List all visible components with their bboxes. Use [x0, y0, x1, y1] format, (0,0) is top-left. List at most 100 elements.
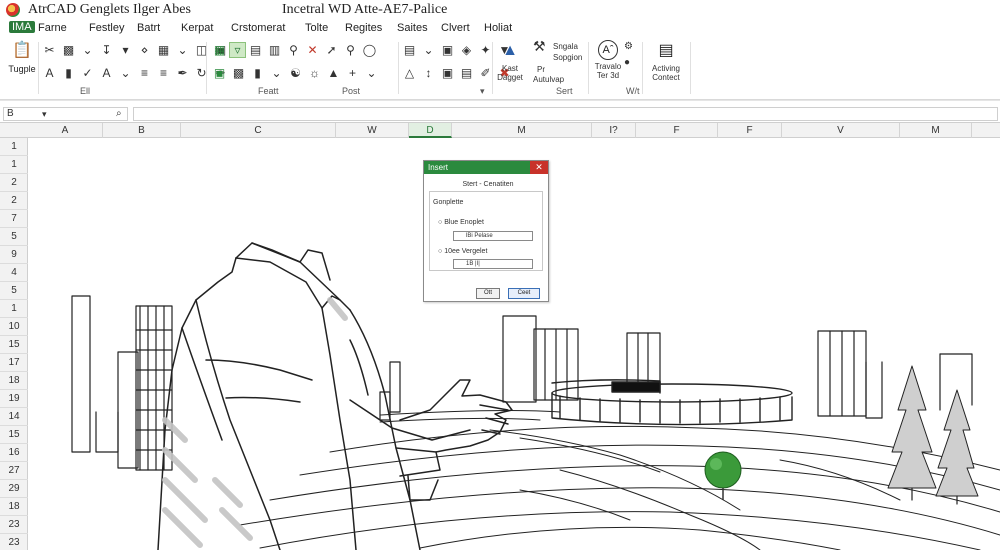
- small-color-icon[interactable]: ●: [624, 58, 630, 68]
- format-icon[interactable]: ↧: [97, 41, 116, 59]
- column-header[interactable]: C: [181, 123, 336, 138]
- dropdown-icon[interactable]: ⌄: [116, 64, 135, 82]
- autoso-group[interactable]: ⚒: [533, 39, 546, 53]
- menu-item-batrt[interactable]: Batrt: [137, 22, 160, 34]
- menu-item-festley[interactable]: Festley: [89, 22, 124, 34]
- menu-item-farne[interactable]: Farne: [38, 22, 67, 34]
- bucket-icon[interactable]: ▲: [324, 64, 343, 82]
- table-icon[interactable]: ◫: [192, 41, 211, 59]
- row-header[interactable]: 1: [0, 300, 28, 318]
- fill-icon[interactable]: ▮: [248, 64, 267, 82]
- row-header[interactable]: 18: [0, 372, 28, 390]
- scissors-icon[interactable]: ✂: [40, 41, 59, 59]
- column-header[interactable]: F: [636, 123, 718, 138]
- row-header[interactable]: 2: [0, 174, 28, 192]
- row-header[interactable]: 7: [0, 210, 28, 228]
- column-header[interactable]: I?: [592, 123, 636, 138]
- grid-icon[interactable]: ▦: [154, 41, 173, 59]
- row-header[interactable]: 10: [0, 318, 28, 336]
- small-settings-icon[interactable]: ⚙: [624, 42, 633, 52]
- menu-item-crstomerat[interactable]: Crstomerat: [231, 22, 285, 34]
- close-icon[interactable]: ✕: [530, 161, 548, 174]
- arrow-icon[interactable]: ⌄: [267, 64, 286, 82]
- cursor-icon[interactable]: ➚: [322, 41, 341, 59]
- row-header[interactable]: 2: [0, 192, 28, 210]
- row-header[interactable]: 23: [0, 516, 28, 534]
- page-icon[interactable]: ▤: [246, 41, 265, 59]
- row-header[interactable]: 29: [0, 480, 28, 498]
- row-header[interactable]: 5: [0, 282, 28, 300]
- name-box[interactable]: B ▾ ⌕: [3, 107, 128, 121]
- menu-item-regites[interactable]: Regites: [345, 22, 382, 34]
- option2-input[interactable]: 1B |I|: [453, 259, 533, 269]
- stamp-icon[interactable]: ▩: [59, 41, 78, 59]
- function-search-icon[interactable]: ⌕: [116, 108, 122, 120]
- pen-icon[interactable]: ✒: [173, 64, 192, 82]
- menu-item-tolte[interactable]: Tolte: [305, 22, 328, 34]
- down-arrow-icon[interactable]: ▾: [116, 41, 135, 59]
- list-icon[interactable]: ≡: [154, 64, 173, 82]
- bold-icon[interactable]: ▮: [59, 64, 78, 82]
- font-color-icon[interactable]: A: [97, 64, 116, 82]
- option2-radio[interactable]: ○ 10ee Vergelet: [438, 248, 487, 255]
- plus-icon[interactable]: +: [343, 64, 362, 82]
- rotate-icon[interactable]: ↻: [192, 64, 211, 82]
- font-a-icon[interactable]: A: [40, 64, 59, 82]
- row-header[interactable]: 1: [0, 138, 28, 156]
- column-header[interactable]: W: [336, 123, 409, 138]
- row-header[interactable]: 23: [0, 534, 28, 550]
- row-header[interactable]: 19: [0, 390, 28, 408]
- activing-button[interactable]: ▤ Activing Contect: [644, 40, 688, 82]
- chart-icon[interactable]: ▦: [210, 41, 229, 59]
- chevron-icon[interactable]: ⌄: [78, 41, 97, 59]
- picture-icon[interactable]: ▤: [457, 64, 476, 82]
- search-icon[interactable]: ⚲: [284, 41, 303, 59]
- menu-item-saites[interactable]: Saites: [397, 22, 428, 34]
- menu-item-holiat[interactable]: Holiat: [484, 22, 512, 34]
- column-header[interactable]: V: [782, 123, 900, 138]
- doc-icon[interactable]: ▤: [400, 41, 419, 59]
- row-header[interactable]: 14: [0, 408, 28, 426]
- menu-icon[interactable]: ≡: [135, 64, 154, 82]
- formula-input[interactable]: [133, 107, 998, 121]
- row-header[interactable]: 1: [0, 156, 28, 174]
- file-menu-tab[interactable]: IMA: [9, 21, 35, 33]
- menu-item-kerpat[interactable]: Kerpat: [181, 22, 213, 34]
- arrow-down-icon[interactable]: ⌄: [419, 41, 438, 59]
- column-header[interactable]: F: [718, 123, 782, 138]
- brightness-icon[interactable]: ☼: [305, 64, 324, 82]
- option1-input[interactable]: lBi Pelase: [453, 231, 533, 241]
- option1-radio[interactable]: ○ Blue Enoplet: [438, 219, 484, 226]
- sheet-icon[interactable]: ▥: [265, 41, 284, 59]
- dagget-button[interactable]: ▲ Kast Dagget: [488, 40, 532, 82]
- chevron2-icon[interactable]: ⌄: [173, 41, 192, 59]
- row-header[interactable]: 4: [0, 264, 28, 282]
- shapes-icon[interactable]: ◈: [457, 41, 476, 59]
- row-header[interactable]: 27: [0, 462, 28, 480]
- row-header[interactable]: 17: [0, 354, 28, 372]
- check-icon[interactable]: ✓: [78, 64, 97, 82]
- magnify-icon[interactable]: ⚲: [341, 41, 360, 59]
- column-header[interactable]: B: [103, 123, 181, 138]
- bracket-icon[interactable]: ⋄: [135, 41, 154, 59]
- column-header[interactable]: A: [28, 123, 103, 138]
- column-header[interactable]: M: [452, 123, 592, 138]
- filter-icon[interactable]: ▿: [229, 42, 246, 58]
- dropdown2-icon[interactable]: ⌄: [362, 64, 381, 82]
- cancel-button[interactable]: Ceet: [508, 288, 540, 299]
- lock-icon[interactable]: ◯: [360, 41, 379, 59]
- image-icon[interactable]: ▣: [438, 41, 457, 59]
- ok-button[interactable]: Ott: [476, 288, 500, 299]
- green-box-icon[interactable]: ▣: [210, 64, 229, 82]
- image2-icon[interactable]: ▣: [438, 64, 457, 82]
- row-header[interactable]: 5: [0, 228, 28, 246]
- menu-item-clvert[interactable]: Clvert: [441, 22, 470, 34]
- column-header[interactable]: M: [900, 123, 972, 138]
- row-header[interactable]: 15: [0, 336, 28, 354]
- row-header[interactable]: 9: [0, 246, 28, 264]
- sort-icon[interactable]: ↕: [419, 64, 438, 82]
- triangle-icon[interactable]: △: [400, 64, 419, 82]
- row-header[interactable]: 16: [0, 444, 28, 462]
- column-header-selected[interactable]: D: [409, 123, 452, 138]
- globe-icon[interactable]: ☯: [286, 64, 305, 82]
